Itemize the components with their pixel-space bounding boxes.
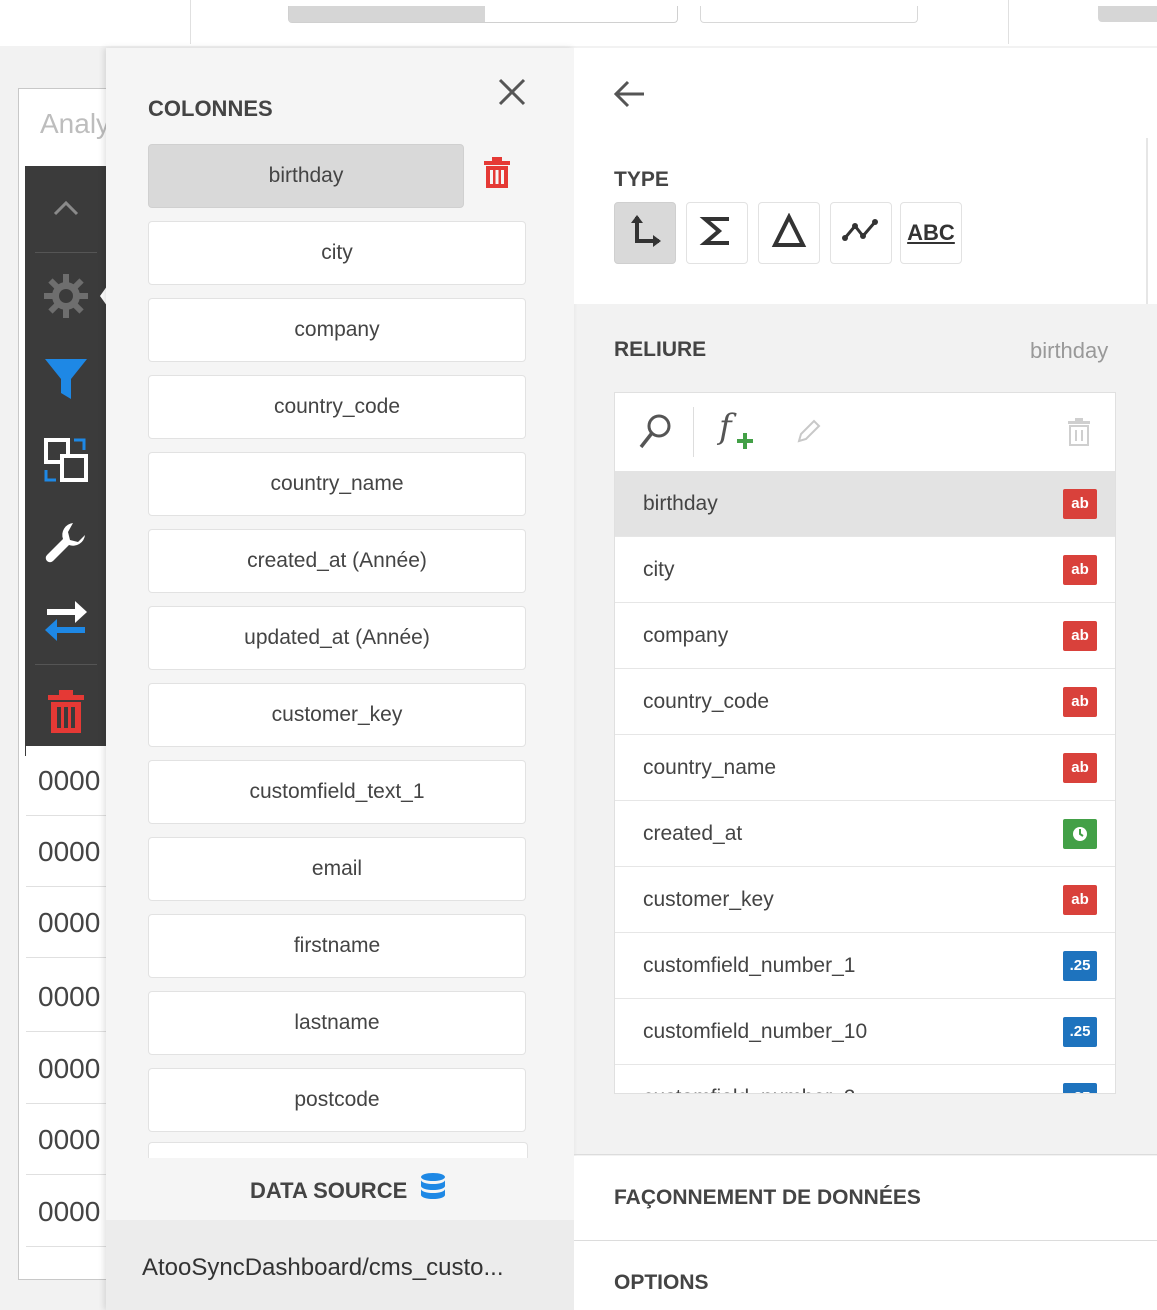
data-shaping-label: FAÇONNEMENT DE DONNÉES (614, 1186, 921, 1209)
swap-icon[interactable] (25, 596, 107, 646)
table-row: 0000 (26, 1177, 108, 1247)
top-segment-control[interactable] (288, 6, 678, 23)
binding-field-row[interactable]: created_at (615, 801, 1115, 867)
dimension-icon (627, 213, 663, 254)
number-type-icon: .25 (1063, 950, 1097, 981)
text-type-icon: ab (1063, 488, 1097, 519)
binding-field-row[interactable]: birthday ab (615, 471, 1115, 537)
field-name: customfield_number_1 (643, 953, 856, 977)
reliure-value: birthday (1030, 338, 1109, 363)
column-item[interactable]: city (148, 221, 526, 285)
column-item[interactable]: customfield_text_1 (148, 760, 526, 824)
field-name: customer_key (643, 887, 774, 911)
trash-icon[interactable] (25, 686, 107, 738)
column-item[interactable]: country_name (148, 452, 526, 516)
top-input[interactable] (700, 6, 918, 23)
database-icon (419, 1172, 447, 1210)
trash-icon[interactable] (1067, 417, 1091, 452)
column-item[interactable]: company (148, 298, 526, 362)
column-item[interactable]: postcode (148, 1068, 526, 1132)
convert-icon[interactable] (25, 434, 107, 486)
field-name: country_code (643, 689, 770, 713)
divider (693, 407, 694, 457)
text-type-icon: ab (1063, 752, 1097, 783)
add-function-icon[interactable]: f (719, 407, 753, 449)
field-name: customfield_number_2 (643, 1086, 855, 1094)
options-section[interactable]: OPTIONS (574, 1241, 1157, 1310)
type-sparkline-button[interactable] (830, 202, 892, 264)
delta-icon (771, 212, 807, 254)
divider (1008, 0, 1009, 44)
binding-field-row[interactable]: customer_key ab (615, 867, 1115, 933)
field-name: country_name (643, 755, 777, 779)
clock-icon (1063, 818, 1097, 849)
table-row: 0000 (26, 1105, 108, 1175)
sparkline-icon (841, 216, 881, 251)
widget-title: Analy (40, 108, 111, 139)
reliure-label: RELIURE (614, 338, 707, 361)
number-type-icon: .25 (1063, 1016, 1097, 1047)
column-item[interactable]: updated_at (Année) (148, 606, 526, 670)
column-item[interactable]: created_at (Année) (148, 529, 526, 593)
chevron-up-icon[interactable] (25, 186, 107, 230)
divider (190, 0, 191, 44)
binding-toolbar: f (615, 393, 1115, 472)
options-label: OPTIONS (614, 1271, 709, 1294)
data-source-path[interactable]: AtooSyncDashboard/cms_custo... (142, 1254, 504, 1282)
field-name: city (643, 557, 675, 581)
table-row: 0000 (26, 962, 108, 1032)
table-row: 0000 (26, 746, 108, 816)
data-source-label: DATA SOURCE (250, 1172, 447, 1210)
text-type-icon: ab (1063, 686, 1097, 717)
columns-title: COLONNES (148, 96, 273, 121)
field-name: customfield_number_10 (643, 1019, 868, 1043)
binding-field-list: f birthday ab city ab company ab country… (614, 392, 1116, 1094)
close-icon[interactable] (494, 74, 530, 110)
binding-field-row[interactable]: company ab (615, 603, 1115, 669)
table-row: 0000 (26, 817, 108, 887)
field-name: birthday (643, 491, 718, 515)
column-item[interactable]: email (148, 837, 526, 901)
divider (574, 1154, 1157, 1155)
column-item[interactable]: country_code (148, 375, 526, 439)
type-measure-button[interactable] (686, 202, 748, 264)
binding-field-row[interactable]: country_name ab (615, 735, 1115, 801)
column-list-overflow (106, 1130, 574, 1158)
type-dimension-button[interactable] (614, 202, 676, 264)
data-source-text: DATA SOURCE (250, 1178, 408, 1203)
number-type-icon: .25 (1063, 1082, 1097, 1093)
text-type-icon: ab (1063, 620, 1097, 651)
type-delta-button[interactable] (758, 202, 820, 264)
trash-icon[interactable] (482, 156, 514, 192)
top-bar (0, 0, 1157, 46)
data-shaping-section[interactable]: FAÇONNEMENT DE DONNÉES (574, 1156, 1157, 1241)
gear-icon[interactable] (25, 268, 107, 324)
top-button[interactable] (1098, 6, 1157, 22)
wrench-icon[interactable] (25, 516, 107, 568)
binding-field-row[interactable]: customfield_number_1 .25 (615, 933, 1115, 999)
filter-icon[interactable] (25, 354, 107, 404)
column-item[interactable]: customer_key (148, 683, 526, 747)
search-icon[interactable] (637, 411, 675, 456)
field-name: company (643, 623, 729, 647)
field-name: created_at (643, 821, 743, 845)
text-type-icon: ab (1063, 554, 1097, 585)
table-row: 0000 (26, 1034, 108, 1104)
binding-field-row[interactable]: customfield_number_10 .25 (615, 999, 1115, 1065)
widget-toolbar (25, 166, 107, 756)
arrow-left-icon[interactable] (610, 74, 650, 114)
binding-field-row[interactable]: customfield_number_2 .25 (615, 1065, 1115, 1094)
binding-field-row[interactable]: country_code ab (615, 669, 1115, 735)
column-item[interactable]: birthday (148, 144, 464, 208)
column-item[interactable]: lastname (148, 991, 526, 1055)
column-item[interactable]: firstname (148, 914, 526, 978)
table-row: 0000 (26, 888, 108, 958)
type-label: TYPE (614, 168, 669, 191)
sigma-icon (699, 213, 735, 254)
text-abc-icon: ABC (907, 220, 955, 245)
edit-icon[interactable] (793, 417, 823, 452)
binding-field-row[interactable]: city ab (615, 537, 1115, 603)
type-text-button[interactable]: ABC (900, 202, 962, 264)
text-type-icon: ab (1063, 884, 1097, 915)
